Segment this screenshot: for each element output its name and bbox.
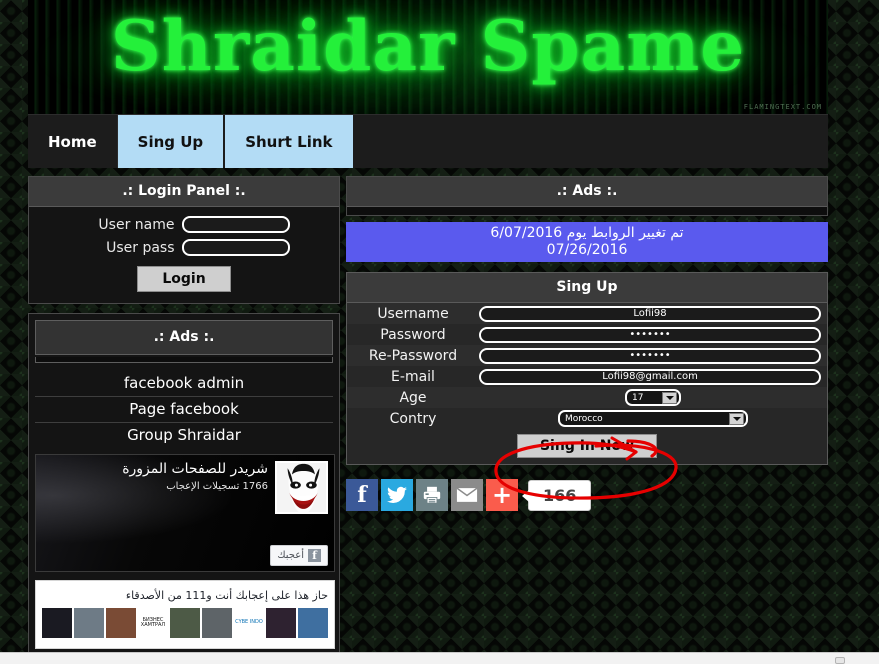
avatar[interactable] [42,608,72,638]
facebook-page-name: شريدر للصفحات المزورة [122,461,268,477]
share-addthis-icon[interactable]: + [486,479,518,511]
avatar[interactable] [202,608,232,638]
facebook-like-label: أعجبك [277,550,304,561]
facebook-friends-caption: حاز هذا على إعجابك أنت و111 من الأصدقاء [125,589,328,602]
main-nav: Home Sing Up Shurt Link [28,114,828,168]
sing-in-now-button[interactable]: Sing In Now [516,434,658,458]
login-password-row: User pass [37,239,331,256]
nav-item-home[interactable]: Home [28,115,118,168]
avatar-label [74,608,104,638]
content-columns: .: Login Panel :. User name User pass Lo… [28,168,828,664]
sidebar-ads-list: facebook admin Page facebook Group Shrai… [35,371,333,448]
nav-item-shurt-link[interactable]: Shurt Link [225,115,355,168]
facebook-friends-avatars: БИЗНЕС ХАМТРАЛ CYBE INDO [42,608,328,638]
signup-input-password[interactable] [479,326,821,343]
signup-select-age-value: 17 [632,392,644,403]
login-username-row: User name [37,216,331,233]
share-twitter-icon[interactable] [381,479,413,511]
browser-bottom-strip [0,652,879,664]
facebook-page-likes: 1766 تسجيلات الإعجاب [166,481,268,492]
sidebar-ads-title: .: Ads :. [35,320,333,355]
login-password-input[interactable] [181,239,290,256]
signup-label-country: Contry [389,410,437,427]
avatar-label [202,608,232,638]
sidebar-ads-divider [35,357,333,363]
announcement-marquee: تم تغيير الروابط يوم 6/07/2016 07/26/201… [346,222,828,262]
signup-fields: Username Password Re-Password E-mail [346,303,828,465]
main-column: .: Ads :. تم تغيير الروابط يوم 6/07/2016… [346,176,828,664]
chevron-down-icon [662,391,677,404]
share-facebook-icon[interactable]: f [346,479,378,511]
signup-label-email: E-mail [391,368,435,385]
avatar-label: БИЗНЕС ХАМТРАЛ [140,616,166,628]
signup-select-country-value: Morocco [565,413,603,424]
avatar[interactable] [298,608,328,638]
banner-credit: FLAMINGTEXT.COM [743,103,822,111]
signup-label-age: Age [399,389,427,406]
avatar-label [42,608,72,638]
facebook-friends-widget: حاز هذا على إعجابك أنت و111 من الأصدقاء … [35,580,335,649]
login-username-label: User name [98,216,175,233]
avatar-label [298,608,328,638]
signup-select-age[interactable]: 17 [625,389,681,406]
signup-input-email[interactable] [479,368,821,385]
share-email-icon[interactable] [451,479,483,511]
sidebar-ad-link-page-facebook[interactable]: Page facebook [35,397,333,423]
signup-row-age: Age 17 [347,387,827,408]
signup-input-repassword[interactable] [479,347,821,364]
main-ads-title: .: Ads :. [347,177,827,207]
signup-row-repassword: Re-Password [347,345,827,366]
signup-row-country: Contry Morocco [347,408,827,429]
site-title: Shraidar Spame [110,6,746,87]
signup-label-username: Username [377,305,449,322]
facebook-page-plugin: شريدر للصفحات المزورة 1766 تسجيلات الإعج… [35,454,335,572]
announcement-line-1: تم تغيير الروابط يوم 6/07/2016 [490,224,684,241]
signup-row-password: Password [347,324,827,345]
browser-strip-chip [835,657,845,664]
signup-submit-row: Sing In Now [347,429,827,464]
share-print-icon[interactable] [416,479,448,511]
avatar-label [266,608,296,638]
signup-label-password: Password [380,326,446,343]
signup-input-username[interactable] [479,305,821,322]
sidebar-ads-panel: .: Ads :. facebook admin Page facebook G… [28,313,340,658]
sidebar-ad-link-group-shraidar[interactable]: Group Shraidar [35,423,333,448]
signup-row-email: E-mail [347,366,827,387]
joker-face-icon [275,461,328,514]
signup-title: Sing Up [346,272,828,303]
avatar[interactable] [74,608,104,638]
login-panel-title: .: Login Panel :. [29,177,339,207]
nav-item-sing-up[interactable]: Sing Up [117,115,226,168]
facebook-page-info: شريدر للصفحات المزورة 1766 تسجيلات الإعج… [122,461,268,492]
announcement-line-2: 07/26/2016 [546,242,628,258]
share-bar: f + 166 [346,479,828,511]
signup-form: Sing Up Username Password Re-Password [346,272,828,465]
login-password-label: User pass [106,239,175,256]
avatar[interactable]: CYBE INDO [234,608,264,638]
share-count-badge: 166 [521,479,592,511]
login-username-input[interactable] [181,216,290,233]
avatar-label: CYBE INDO [235,619,263,626]
signup-row-username: Username [347,303,827,324]
sidebar-ad-link-facebook-admin[interactable]: facebook admin [35,371,333,397]
avatar[interactable]: БИЗНЕС ХАМТРАЛ [138,608,168,638]
avatar-label [106,608,136,638]
chevron-down-icon [729,412,744,425]
facebook-like-button[interactable]: f أعجبك [270,545,328,566]
avatar[interactable] [106,608,136,638]
login-button[interactable]: Login [137,266,231,292]
signup-select-country[interactable]: Morocco [558,410,748,427]
avatar[interactable] [266,608,296,638]
avatar-label [170,608,200,638]
sidebar-column: .: Login Panel :. User name User pass Lo… [28,176,340,664]
site-banner: Shraidar Spame FLAMINGTEXT.COM [28,0,828,114]
login-panel: .: Login Panel :. User name User pass Lo… [28,176,340,304]
avatar[interactable] [170,608,200,638]
facebook-f-icon: f [308,549,321,562]
main-ads-panel: .: Ads :. [346,176,828,216]
main-ads-strip [347,207,827,215]
signup-label-repassword: Re-Password [368,347,458,364]
page-wrapper: Shraidar Spame FLAMINGTEXT.COM Home Sing… [28,0,828,664]
